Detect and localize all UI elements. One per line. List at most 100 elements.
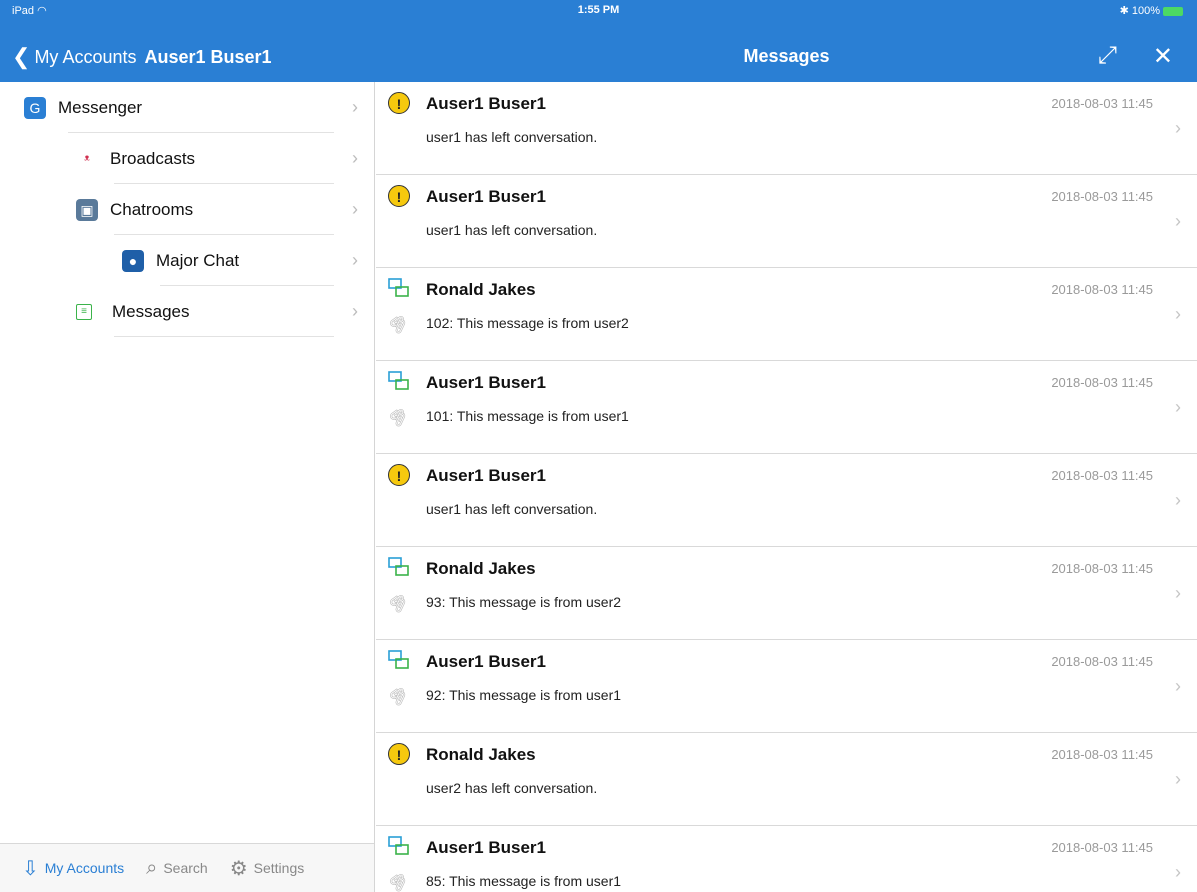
chevron-right-icon: › (352, 97, 358, 117)
tab-label: Search (163, 860, 208, 876)
message-row[interactable]: Ronald Jakes 2018-08-03 11:45 🖇 102: Thi… (376, 268, 1197, 361)
message-sender: Auser1 Buser1 (426, 94, 547, 113)
chatroom-icon: ● (122, 249, 144, 272)
message-text: 102: This message is from user2 (426, 315, 629, 331)
search-icon: ⌕ (146, 856, 158, 879)
message-time: 2018-08-03 11:45 (1051, 189, 1153, 204)
message-time: 2018-08-03 11:45 (1051, 375, 1153, 390)
sidebar-item-label: Major Chat (156, 250, 240, 270)
battery-percent: 100% (1131, 5, 1160, 17)
chat-icon (388, 650, 410, 672)
message-sender: Auser1 Buser1 (426, 838, 547, 857)
alert-icon: ! (388, 185, 410, 207)
message-text: 93: This message is from user2 (426, 594, 622, 610)
tab-search[interactable]: ⌕ Search (146, 857, 208, 880)
chevron-right-icon: › (1175, 211, 1181, 231)
sidebar-item-label: Messenger (58, 97, 143, 117)
message-time: 2018-08-03 11:45 (1051, 468, 1153, 483)
message-row[interactable]: ! Auser1 Buser1 2018-08-03 11:45 user1 h… (376, 454, 1197, 547)
message-sender: Ronald Jakes (426, 280, 536, 299)
message-time: 2018-08-03 11:45 (1051, 96, 1153, 111)
close-icon[interactable]: ✕ (1153, 42, 1173, 71)
status-right: ✱ 100% (1120, 4, 1183, 17)
page-title: Messages (743, 46, 830, 66)
chevron-right-icon: › (1175, 490, 1181, 510)
chevron-right-icon: › (1175, 769, 1181, 789)
battery-icon (1163, 6, 1183, 16)
message-list: ! Auser1 Buser1 2018-08-03 11:45 user1 h… (376, 82, 1197, 892)
tab-settings[interactable]: ⚙ Settings (230, 856, 305, 881)
chat-icon (388, 557, 410, 579)
message-row[interactable]: ! Ronald Jakes 2018-08-03 11:45 user2 ha… (376, 733, 1197, 826)
alert-icon: ! (388, 464, 410, 486)
message-text: 85: This message is from user1 (426, 873, 622, 889)
chevron-right-icon: › (352, 301, 358, 321)
tab-label: My Accounts (44, 860, 125, 876)
chat-icon (388, 371, 410, 393)
chevron-right-icon: › (352, 148, 358, 168)
message-sender: Auser1 Buser1 (426, 373, 547, 392)
message-sender: Auser1 Buser1 (426, 466, 547, 485)
sidebar-item-messages[interactable]: ≡ Messages › (0, 286, 374, 337)
download-icon: ⇩ (22, 857, 39, 880)
chevron-left-icon: ❮ (12, 44, 31, 69)
chevron-right-icon: › (352, 250, 358, 270)
chevron-right-icon: › (1175, 862, 1181, 882)
broadcast-icon: ᵜ (84, 150, 90, 167)
sidebar-item-chatrooms[interactable]: ▣ Chatrooms › (0, 184, 374, 235)
sidebar-item-broadcasts[interactable]: ᵜ Broadcasts › (0, 133, 374, 184)
back-button[interactable]: ❮ My Accounts Auser1 Buser1 (12, 44, 272, 70)
messages-icon: ≡ (76, 303, 92, 320)
message-row[interactable]: Auser1 Buser1 2018-08-03 11:45 🖇 85: Thi… (376, 826, 1197, 892)
message-row[interactable]: Auser1 Buser1 2018-08-03 11:45 🖇 101: Th… (376, 361, 1197, 454)
bluetooth-icon: ✱ (1119, 5, 1129, 17)
chevron-right-icon: › (1175, 397, 1181, 417)
message-sender: Ronald Jakes (426, 745, 536, 764)
expand-icon[interactable]: ⤢ (1098, 42, 1117, 71)
attachment-icon: 🖇 (384, 590, 412, 617)
message-sender: Auser1 Buser1 (426, 652, 547, 671)
sidebar-item-major-chat[interactable]: ● Major Chat › (0, 235, 374, 286)
message-text: user1 has left conversation. (426, 501, 598, 517)
tab-label: Settings (253, 860, 305, 876)
chevron-right-icon: › (1175, 304, 1181, 324)
chevron-right-icon: › (1175, 676, 1181, 696)
message-sender: Auser1 Buser1 (426, 187, 547, 206)
chevron-right-icon: › (1175, 583, 1181, 603)
sidebar: G Messenger › ᵜ Broadcasts › ▣ Chatrooms… (0, 82, 375, 892)
sidebar-item-label: Chatrooms (110, 199, 194, 219)
message-text: 101: This message is from user1 (426, 408, 629, 424)
message-row[interactable]: ! Auser1 Buser1 2018-08-03 11:45 user1 h… (376, 175, 1197, 268)
status-time: 1:55 PM (577, 4, 620, 16)
messenger-icon: G (24, 96, 46, 119)
chat-icon (388, 278, 410, 300)
tab-bar: ⇩ My Accounts ⌕ Search ⚙ Settings (0, 843, 374, 892)
gear-icon: ⚙ (229, 857, 248, 880)
message-time: 2018-08-03 11:45 (1051, 747, 1153, 762)
message-row[interactable]: Auser1 Buser1 2018-08-03 11:45 🖇 92: Thi… (376, 640, 1197, 733)
message-row[interactable]: Ronald Jakes 2018-08-03 11:45 🖇 93: This… (376, 547, 1197, 640)
message-text: user2 has left conversation. (426, 780, 598, 796)
message-time: 2018-08-03 11:45 (1051, 282, 1153, 297)
alert-icon: ! (388, 743, 410, 765)
tab-my-accounts[interactable]: ⇩ My Accounts (22, 856, 124, 881)
attachment-icon: 🖇 (384, 311, 412, 338)
attachment-icon: 🖇 (384, 869, 412, 892)
account-name: Auser1 Buser1 (144, 46, 272, 67)
chevron-right-icon: › (352, 199, 358, 219)
divider (114, 336, 334, 337)
status-bar: iPad ◠ 1:55 PM ✱ 100% (0, 0, 1197, 22)
nav-actions: ⤢ ✕ (1098, 42, 1173, 71)
attachment-icon: 🖇 (384, 683, 412, 710)
back-label: My Accounts (34, 46, 137, 67)
message-sender: Ronald Jakes (426, 559, 536, 578)
attachment-icon: 🖇 (384, 404, 412, 431)
chevron-right-icon: › (1175, 118, 1181, 138)
chat-icon (388, 836, 410, 858)
message-text: 92: This message is from user1 (426, 687, 622, 703)
sidebar-item-label: Broadcasts (110, 148, 196, 168)
sidebar-item-messenger[interactable]: G Messenger › (0, 82, 374, 133)
message-row[interactable]: ! Auser1 Buser1 2018-08-03 11:45 user1 h… (376, 82, 1197, 175)
message-time: 2018-08-03 11:45 (1051, 561, 1153, 576)
alert-icon: ! (388, 92, 410, 114)
